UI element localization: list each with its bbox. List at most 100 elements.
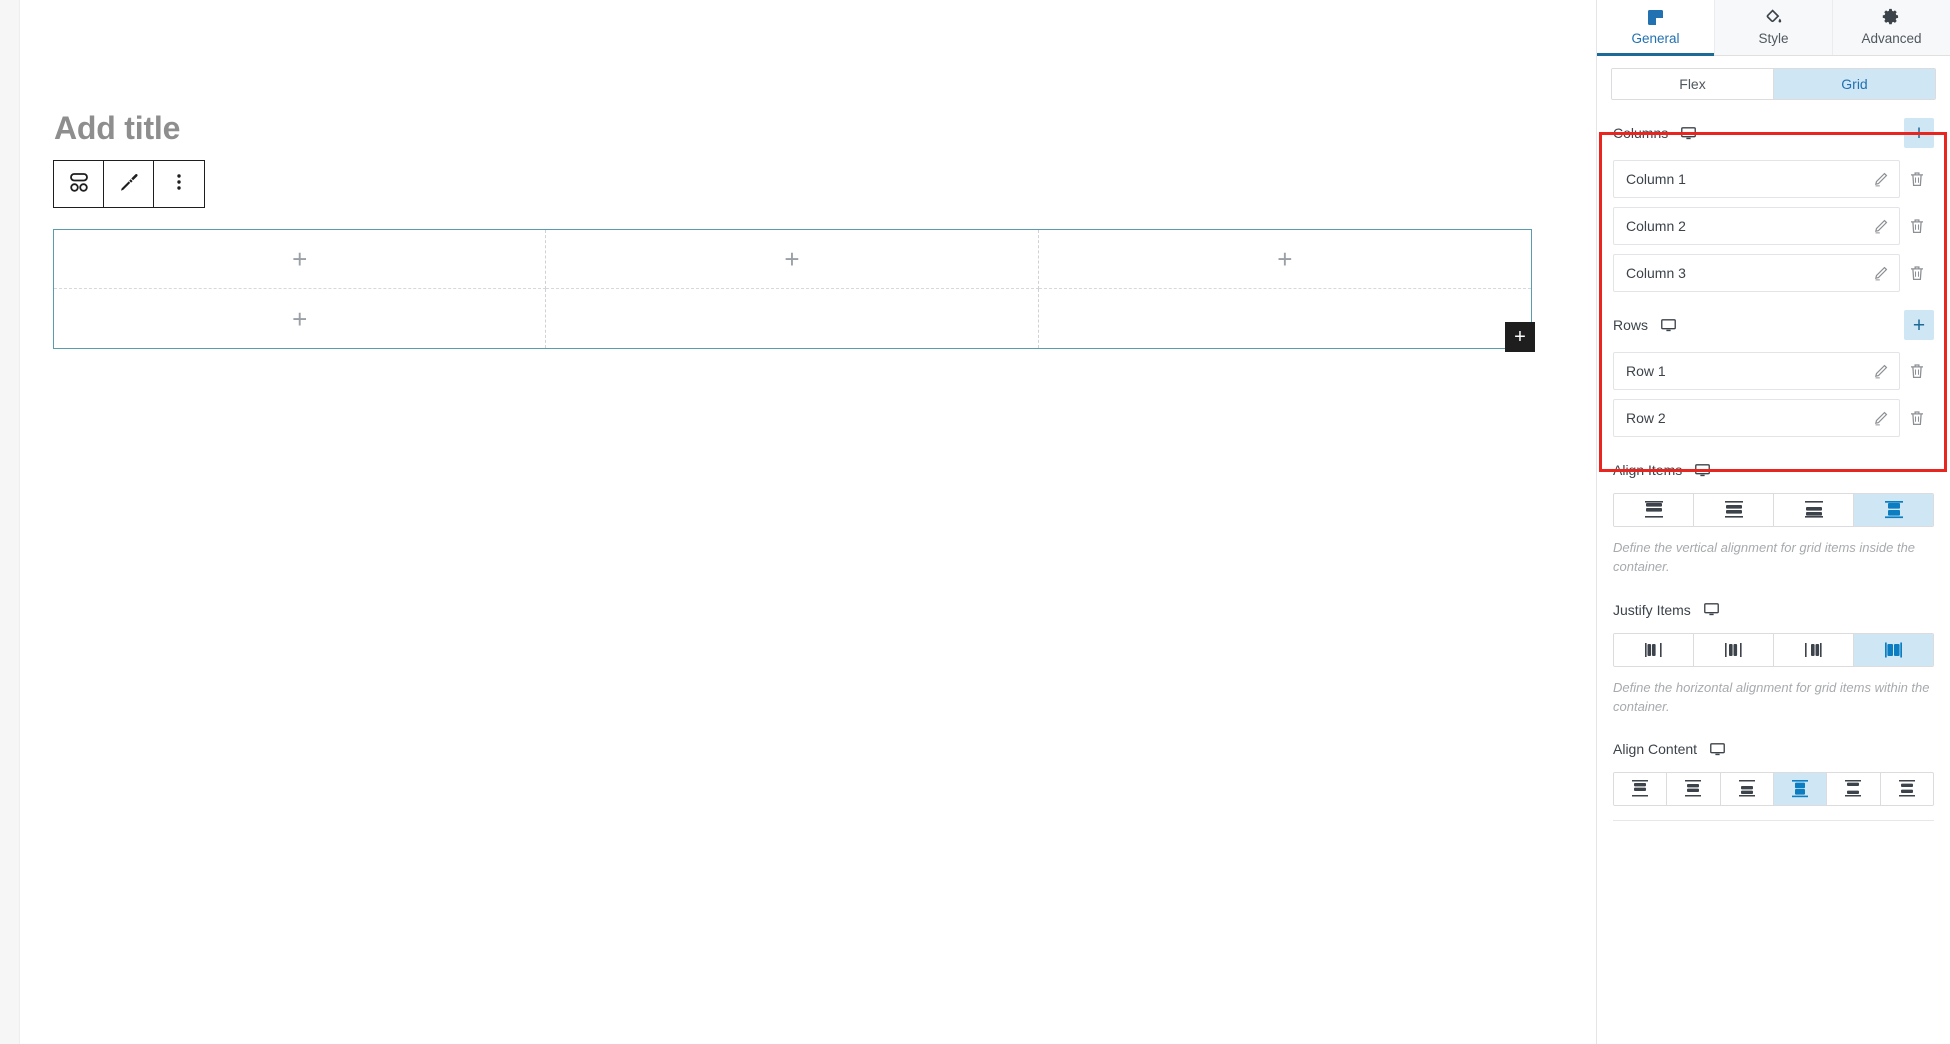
column-name-value: Column 2 [1626,218,1686,234]
row-name-input[interactable]: Row 2 [1613,399,1900,437]
columns-section-header: Columns + [1613,118,1934,148]
align-content-header: Align Content [1613,734,1934,764]
rows-section-header: Rows + [1613,310,1934,340]
settings-panel: General Style Advanced Flex Grid Columns… [1597,0,1950,1044]
block-toolbar [53,160,205,208]
delete-row-button[interactable] [1900,409,1934,427]
grid-cell[interactable]: + [54,289,547,348]
align-items-options [1613,493,1934,527]
canvas-left-gutter [0,0,20,1044]
desktop-icon[interactable] [1709,741,1726,758]
panel-tab-bar: General Style Advanced [1597,0,1950,56]
align-items-header: Align Items [1613,455,1934,485]
align-content-section: Align Content [1597,734,1950,807]
add-block-icon[interactable]: + [784,246,799,272]
block-layout-button[interactable] [54,161,104,207]
grid-cell[interactable]: + [54,230,547,289]
add-block-icon[interactable]: + [1277,246,1292,272]
grid-add-button[interactable]: + [1505,322,1535,352]
column-name-value: Column 1 [1626,171,1686,187]
edit-pencil-icon[interactable] [1869,363,1891,380]
tab-general-label: General [1631,31,1680,46]
delete-column-button[interactable] [1900,217,1934,235]
align-content-space-around-button[interactable] [1880,773,1933,806]
block-layout-icon [67,170,91,199]
tab-style[interactable]: Style [1715,0,1833,55]
align-content-end-button[interactable] [1720,773,1774,806]
layout-option-grid[interactable]: Grid [1774,69,1935,99]
align-content-title: Align Content [1613,741,1698,758]
edit-pencil-icon[interactable] [1869,218,1891,235]
add-row-button[interactable]: + [1904,310,1934,340]
align-items-title: Align Items [1613,462,1683,478]
grid-cell[interactable]: + [1039,289,1531,348]
justify-items-help: Define the horizontal alignment for grid… [1613,679,1930,714]
tab-style-label: Style [1758,31,1789,46]
justify-items-start-button[interactable] [1614,633,1694,666]
desktop-icon[interactable] [1680,125,1697,142]
tab-advanced-label: Advanced [1861,31,1922,46]
delete-column-button[interactable] [1900,170,1934,188]
grid-cell[interactable]: + [546,289,1039,348]
add-column-button[interactable]: + [1904,118,1934,148]
align-content-center-button[interactable] [1667,773,1721,806]
desktop-icon[interactable] [1660,317,1677,334]
justify-items-stretch-button[interactable] [1854,633,1933,666]
align-items-section: Align Items Define the vertical alignmen… [1597,455,1950,577]
layout-type-toggle: Flex Grid [1611,68,1936,100]
column-item: Column 1 [1613,160,1934,198]
justify-items-options [1613,632,1934,667]
grid-container[interactable]: + + + + + + + [53,229,1535,352]
column-item: Column 2 [1613,207,1934,245]
align-items-stretch-button[interactable] [1854,494,1933,526]
align-items-end-button[interactable] [1774,494,1854,526]
grid-cell[interactable]: + [546,230,1039,289]
paint-bucket-icon [1763,5,1784,29]
grid-cell[interactable]: + [1038,230,1531,289]
paintbrush-button[interactable] [104,161,154,207]
general-square-icon [1645,5,1666,29]
align-content-start-button[interactable] [1614,773,1668,806]
align-content-stretch-button[interactable] [1773,773,1828,806]
justify-items-center-button[interactable] [1694,633,1774,666]
row-name-input[interactable]: Row 1 [1613,352,1900,390]
edit-pencil-icon[interactable] [1869,410,1891,427]
add-block-icon[interactable]: + [292,246,307,272]
desktop-icon[interactable] [1694,462,1711,479]
edit-pencil-icon[interactable] [1869,265,1891,282]
columns-section-title: Columns [1613,125,1669,141]
more-options-button[interactable] [154,161,204,207]
align-items-start-button[interactable] [1614,494,1694,526]
rows-section-title: Rows [1613,317,1649,333]
app-root: Add title + + + + + General Style Advanc… [0,0,1950,1044]
column-item: Column 3 [1613,254,1934,292]
edit-pencil-icon[interactable] [1869,171,1891,188]
column-name-input[interactable]: Column 1 [1613,160,1900,198]
page-title[interactable]: Add title [54,112,180,144]
paintbrush-icon [117,170,141,199]
delete-column-button[interactable] [1900,264,1934,282]
layout-option-flex[interactable]: Flex [1612,69,1774,99]
desktop-icon[interactable] [1703,601,1720,618]
justify-items-header: Justify Items [1613,595,1934,625]
column-name-input[interactable]: Column 3 [1613,254,1900,292]
row-name-value: Row 1 [1626,363,1666,379]
column-name-value: Column 3 [1626,265,1686,281]
rows-section: Rows + Row 1 Row 2 [1597,310,1950,437]
add-block-icon[interactable]: + [292,306,307,332]
editor-canvas: Add title + + + + + [20,0,1597,1044]
justify-items-section: Justify Items Define the horizontal alig… [1597,595,1950,717]
row-item: Row 1 [1613,352,1934,390]
tab-advanced[interactable]: Advanced [1833,0,1950,55]
row-name-value: Row 2 [1626,410,1666,426]
align-content-options [1613,772,1934,807]
columns-section: Columns + Column 1 Column 2 Column 3 [1597,118,1950,292]
align-content-space-between-button[interactable] [1827,773,1881,806]
tab-general[interactable]: General [1597,0,1715,56]
align-items-center-button[interactable] [1694,494,1774,526]
delete-row-button[interactable] [1900,362,1934,380]
panel-divider [1613,820,1934,822]
row-item: Row 2 [1613,399,1934,437]
column-name-input[interactable]: Column 2 [1613,207,1900,245]
justify-items-end-button[interactable] [1774,633,1854,666]
